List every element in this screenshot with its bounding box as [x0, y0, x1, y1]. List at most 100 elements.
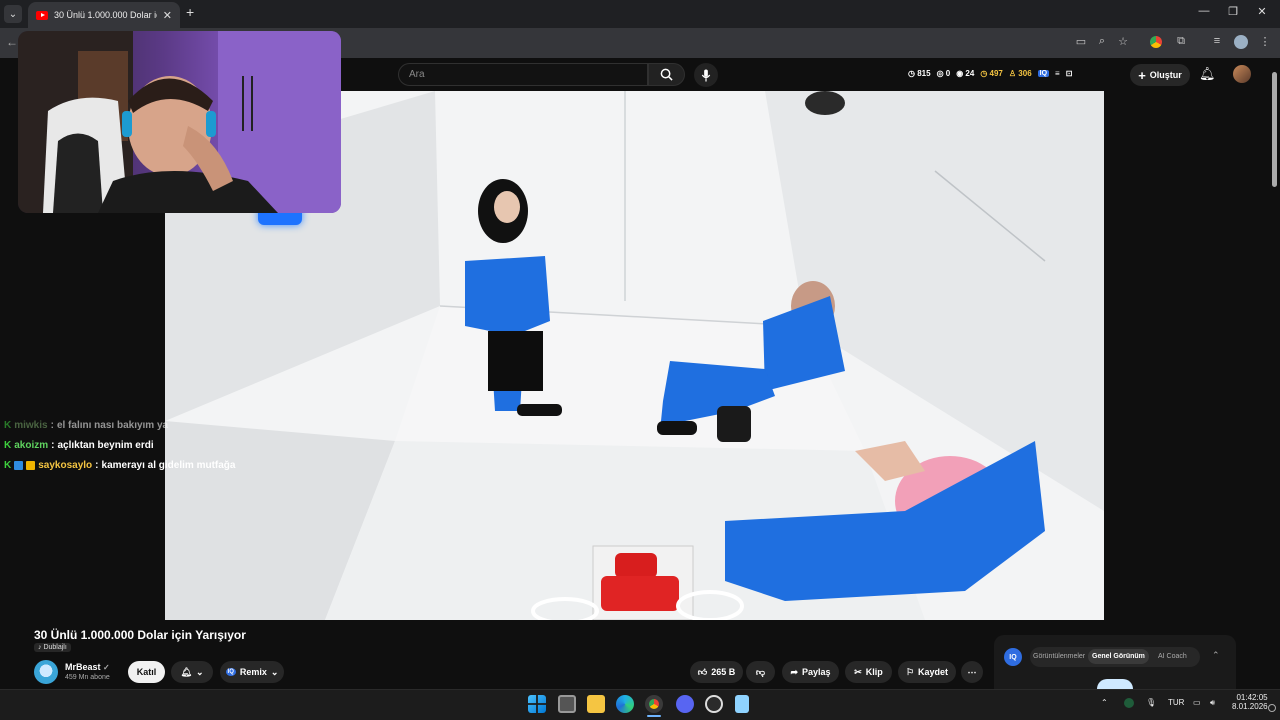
- network-icon[interactable]: ▭: [1193, 698, 1201, 707]
- thumbs-down-icon: 👎︎: [755, 666, 766, 677]
- chat-badge-icon: K: [4, 460, 12, 471]
- iq-badge-icon[interactable]: IQ: [1037, 70, 1050, 77]
- chat-badge-icon: [26, 461, 36, 470]
- chevron-down-icon: ⌄: [270, 666, 279, 677]
- remix-label: Remix: [239, 667, 267, 677]
- dubbed-label: Dublajlı: [43, 644, 67, 651]
- notifications-icon[interactable]: [1268, 704, 1276, 712]
- chat-separator: :: [51, 440, 55, 451]
- discord-icon[interactable]: [676, 695, 694, 713]
- extension-icon[interactable]: [1150, 36, 1162, 48]
- like-count: 265 B: [711, 667, 736, 677]
- task-view-icon[interactable]: [558, 695, 576, 713]
- remix-iq-icon: IQ: [225, 668, 236, 676]
- webcam-overlay: [18, 31, 341, 213]
- clip-label: Klip: [865, 667, 883, 677]
- clock-stat: ◷ 815: [908, 69, 931, 78]
- coin-stat: ◷ 497: [980, 69, 1003, 78]
- collapse-chevron-icon[interactable]: ⌃: [1212, 650, 1220, 661]
- chat-separator: :: [95, 460, 99, 471]
- bell-icon: 🔔︎: [180, 666, 192, 677]
- chat-separator: :: [50, 420, 54, 431]
- file-explorer-icon[interactable]: [587, 695, 605, 713]
- channel-name[interactable]: MrBeast ✓: [65, 662, 110, 672]
- cast-icon[interactable]: ▭: [1073, 35, 1089, 48]
- more-actions-button[interactable]: ⋯: [961, 661, 983, 683]
- clip-button[interactable]: ✂ Klip: [845, 661, 892, 683]
- back-icon[interactable]: ←: [6, 35, 18, 49]
- create-button[interactable]: + Oluştur: [1130, 64, 1190, 86]
- subscriber-count: 459 Mn abone: [65, 674, 110, 681]
- share-label: Paylaş: [802, 667, 831, 677]
- bookmark-star-icon[interactable]: ☆: [1115, 35, 1131, 48]
- voice-search-button[interactable]: [694, 63, 718, 87]
- chat-message: K miwkis : el falını nası bakıyım ya: [4, 420, 168, 431]
- channel-avatar[interactable]: [34, 660, 58, 684]
- dubbed-badge: ♪ Dublajlı: [34, 643, 71, 652]
- save-label: Kaydet: [918, 667, 949, 677]
- chat-text: açlıktan beynim erdi: [57, 440, 154, 451]
- minimize-button[interactable]: —: [1190, 5, 1218, 17]
- search-input[interactable]: Ara: [398, 63, 648, 86]
- close-window-button[interactable]: ✕: [1248, 5, 1276, 18]
- extension-stats: ◷ 815 ◎ 0 ◉ 24 ◷ 497 ♙ 306 IQ ≡ ⊡: [908, 69, 1072, 78]
- media-control-icon[interactable]: ≡: [1209, 35, 1225, 47]
- chat-badge-icon: K: [4, 440, 12, 451]
- notifications-bell-icon[interactable]: 🔔︎: [1199, 66, 1216, 82]
- language-indicator[interactable]: TUR: [1168, 698, 1184, 707]
- tray-mic-icon[interactable]: 🎙︎: [1146, 698, 1156, 707]
- chat-username: akoizm: [14, 440, 49, 451]
- chrome-menu-icon[interactable]: ⋮: [1257, 35, 1273, 48]
- obs-studio-icon[interactable]: [705, 695, 723, 713]
- notepad-icon[interactable]: [735, 695, 749, 713]
- zoom-icon[interactable]: ⌕: [1094, 35, 1110, 48]
- volume-icon[interactable]: 🔊︎: [1210, 698, 1215, 708]
- chat-username: saykosaylo: [38, 460, 93, 471]
- list-icon[interactable]: ≡: [1055, 69, 1060, 78]
- tab-close-icon[interactable]: ✕: [163, 9, 172, 22]
- tab-search-icon[interactable]: ⌄: [4, 5, 22, 23]
- search-button[interactable]: [648, 63, 685, 86]
- join-button[interactable]: Katıl: [128, 661, 165, 683]
- video-title: 30 Ünlü 1.000.000 Dolar için Yarışıyor: [34, 628, 246, 642]
- thumbs-up-icon: 👍︎: [697, 666, 708, 677]
- tab-overview[interactable]: Genel Görünüm: [1088, 649, 1149, 664]
- chrome-browser-icon[interactable]: [645, 695, 663, 713]
- chevron-down-icon: ⌄: [195, 666, 204, 677]
- account-avatar[interactable]: [1233, 65, 1251, 83]
- dislike-button[interactable]: 👎︎: [746, 661, 775, 683]
- user-stat: ♙ 306: [1008, 69, 1032, 78]
- remix-button[interactable]: IQ Remix ⌄: [220, 661, 284, 683]
- save-button[interactable]: ⚐ Kaydet: [898, 661, 956, 683]
- scrollbar-thumb[interactable]: [1272, 72, 1277, 187]
- chat-username: miwkis: [14, 420, 48, 431]
- chat-badge-icon: [14, 461, 24, 470]
- edge-browser-icon[interactable]: [616, 695, 634, 713]
- maximize-button[interactable]: ❐: [1219, 5, 1247, 18]
- tab-title: 30 Ünlü 1.000.000 Dolar için Ya: [54, 10, 157, 20]
- subscribe-bell-button[interactable]: 🔔︎ ⌄: [171, 661, 213, 683]
- tab-views[interactable]: Görüntülenmeler: [1033, 653, 1085, 660]
- bookmark-icon: ⚐: [905, 666, 915, 677]
- like-button[interactable]: 👍︎ 265 B: [690, 661, 743, 683]
- scissors-icon: ✂: [854, 666, 862, 677]
- streamer-camera-image: [18, 31, 341, 213]
- tab-ai-coach[interactable]: AI Coach: [1158, 653, 1187, 660]
- plus-icon: +: [1138, 67, 1146, 83]
- extensions-puzzle-icon[interactable]: ⧉: [1173, 35, 1189, 48]
- new-tab-button[interactable]: +: [186, 4, 194, 20]
- chat-text: kamerayı al gidelim mutfağa: [101, 460, 236, 471]
- profile-avatar[interactable]: [1234, 35, 1248, 49]
- eye-stat: ◎ 0: [936, 69, 951, 78]
- chat-message: K akoizm : açlıktan beynim erdi: [4, 440, 154, 451]
- share-ext-icon[interactable]: ⊡: [1066, 69, 1073, 78]
- tray-chevron-icon[interactable]: ⌃: [1101, 698, 1108, 707]
- browser-tab[interactable]: 30 Ünlü 1.000.000 Dolar için Ya ✕: [28, 2, 180, 28]
- youtube-favicon-icon: [36, 10, 48, 20]
- create-label: Oluştur: [1149, 70, 1182, 80]
- verified-icon: ✓: [103, 663, 110, 672]
- share-button[interactable]: ➦ Paylaş: [782, 661, 839, 683]
- clock-date: 8.01.2026: [1232, 702, 1268, 711]
- tray-app-icon[interactable]: [1124, 698, 1134, 708]
- clock[interactable]: 01:42:05 8.01.2026: [1232, 693, 1268, 711]
